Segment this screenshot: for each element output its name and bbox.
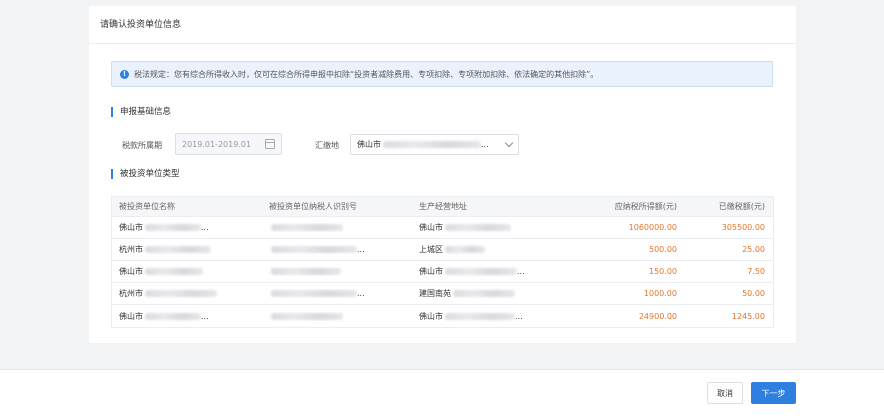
header-income: 应纳税所得额(元)	[614, 202, 677, 211]
row-income: 1060000.00	[628, 223, 677, 232]
redacted-text	[271, 312, 343, 320]
row-name: 佛山市	[119, 223, 143, 232]
confirm-card: 请确认投资单位信息 ! 税法规定：您有综合所得收入时，仅可在综合所得申报中扣除“…	[89, 6, 796, 343]
title-divider	[89, 43, 796, 44]
redacted-text	[145, 312, 201, 320]
notice-banner: ! 税法规定：您有综合所得收入时，仅可在综合所得申报中扣除“投资者减除费用、专项…	[111, 61, 773, 87]
redacted-text	[445, 224, 511, 231]
redacted-text	[453, 290, 515, 297]
redacted-text	[271, 246, 357, 253]
row-address: 上城区	[419, 245, 443, 254]
row-income: 500.00	[649, 245, 677, 254]
calendar-icon	[265, 139, 275, 149]
redacted-text	[271, 224, 343, 231]
table-row[interactable]: 杭州市 ... 上城区 500.00 25.00	[112, 239, 773, 261]
row-name: 佛山市	[119, 267, 143, 276]
row-paid: 305500.00	[721, 223, 765, 232]
header-address: 生产经营地址	[419, 202, 467, 211]
row-address-suffix: ...	[515, 311, 523, 321]
footer-bar: 取消 下一步	[0, 369, 884, 418]
place-label: 汇缴地	[315, 141, 339, 150]
table-row[interactable]: 佛山市 佛山市... 150.00 7.50	[112, 261, 773, 283]
row-address: 佛山市	[419, 223, 443, 232]
section-investee-type: 被投资单位类型	[111, 169, 180, 179]
period-label: 税款所属期	[122, 141, 162, 150]
redacted-text	[445, 268, 517, 275]
table-row[interactable]: 佛山市... 佛山市... 24900.00 1245.00	[112, 305, 773, 327]
card-title: 请确认投资单位信息	[100, 20, 182, 30]
row-name: 杭州市	[119, 245, 143, 254]
row-income: 150.00	[649, 267, 677, 276]
row-name-suffix: ...	[201, 311, 209, 321]
period-value: 2019.01-2019.01	[182, 139, 252, 149]
cancel-button[interactable]: 取消	[707, 382, 743, 404]
redacted-text	[271, 268, 341, 275]
redacted-text	[445, 312, 515, 320]
redacted-text	[145, 290, 217, 297]
row-income: 24900.00	[638, 311, 677, 321]
period-input: 2019.01-2019.01	[175, 133, 282, 155]
redacted-text	[145, 246, 211, 253]
redacted-text	[145, 268, 203, 275]
info-icon: !	[120, 69, 129, 79]
table-row[interactable]: 杭州市 ... 建国南苑 1000.00 50.00	[112, 283, 773, 305]
row-address: 建国南苑	[419, 289, 451, 298]
table-row[interactable]: 佛山市... 佛山市 1060000.00 305500.00	[112, 217, 773, 239]
table-header: 被投资单位名称 被投资单位纳税人识别号 生产经营地址 应纳税所得额(元) 已缴税…	[112, 197, 773, 217]
row-taxid-suffix: ...	[357, 289, 365, 298]
place-select[interactable]: 佛山市 ...	[350, 134, 519, 155]
redacted-text	[271, 290, 357, 297]
section-basic-info: 申报基础信息	[111, 107, 171, 117]
place-value-prefix: 佛山市	[357, 140, 381, 149]
row-income: 1000.00	[643, 289, 677, 298]
row-name: 佛山市	[119, 311, 143, 321]
row-paid: 7.50	[747, 267, 765, 276]
row-taxid-suffix: ...	[357, 245, 365, 254]
redacted-text	[383, 141, 481, 148]
row-name-suffix: ...	[201, 223, 209, 232]
header-paid: 已缴税额(元)	[718, 202, 765, 211]
row-address: 佛山市	[419, 311, 443, 321]
notice-text: 税法规定：您有综合所得收入时，仅可在综合所得申报中扣除“投资者减除费用、专项扣除…	[134, 69, 599, 79]
redacted-text	[445, 246, 485, 253]
next-step-button[interactable]: 下一步	[751, 382, 796, 404]
place-value-suffix: ...	[481, 140, 489, 149]
header-name: 被投资单位名称	[119, 202, 175, 211]
redacted-text	[145, 224, 201, 231]
row-address: 佛山市	[419, 267, 443, 276]
row-address-suffix: ...	[517, 267, 525, 276]
header-taxid: 被投资单位纳税人识别号	[269, 202, 357, 211]
row-paid: 25.00	[742, 245, 765, 254]
row-paid: 1245.00	[731, 311, 765, 321]
investee-table: 被投资单位名称 被投资单位纳税人识别号 生产经营地址 应纳税所得额(元) 已缴税…	[111, 196, 774, 328]
row-name: 杭州市	[119, 289, 143, 298]
row-paid: 50.00	[742, 289, 765, 298]
chevron-down-icon	[504, 138, 514, 148]
